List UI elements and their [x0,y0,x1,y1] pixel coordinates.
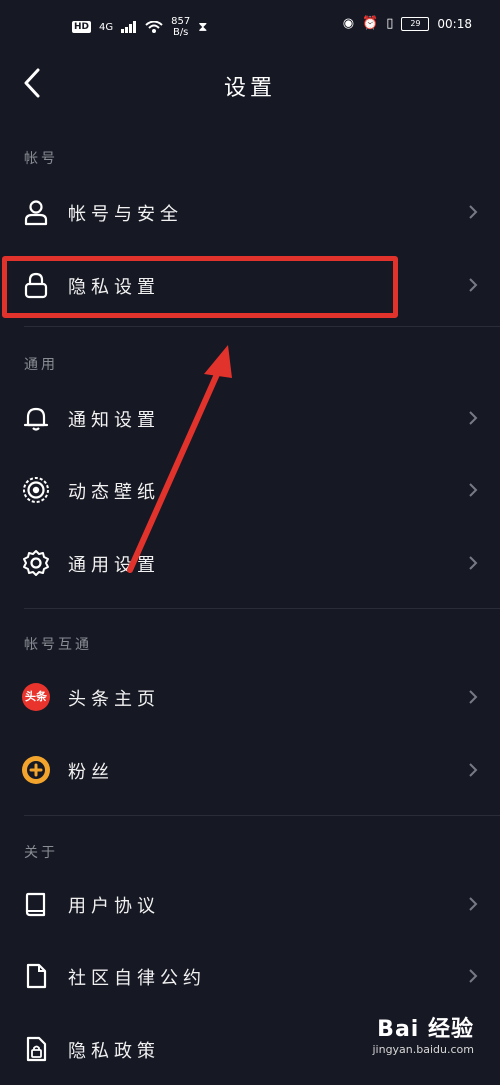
menu-item-notification-settings[interactable]: 通知设置 [0,382,500,454]
chevron-right-icon [469,411,478,425]
wifi-icon [145,21,163,33]
menu-item-label: 粉丝 [68,762,114,783]
document-icon [26,963,47,989]
signal-icon [121,21,137,33]
chevron-right-icon [469,763,478,777]
chevron-right-icon [469,969,478,983]
menu-item-general-settings[interactable]: 通用设置 [0,527,500,599]
hd-badge: HD [72,21,92,33]
page-title: 设置 [223,76,276,101]
user-icon [24,200,48,226]
battery-indicator: 29 [401,16,430,31]
bell-icon [23,407,49,431]
section-label-account-interop: 帐号互通 [24,637,92,653]
chevron-right-icon [469,483,478,497]
menu-item-toutiao-homepage[interactable]: 头条 头条主页 [0,661,500,733]
divider [24,608,500,609]
eye-icon: ◉ [342,16,355,31]
menu-item-fans[interactable]: 粉丝 [0,734,500,806]
alarm-icon: ⏰ [362,16,379,31]
hourglass-icon: ⧗ [198,19,208,35]
menu-item-label: 社区自律公约 [68,968,206,989]
clock: 00:18 [437,16,472,31]
menu-item-live-wallpaper[interactable]: 动态壁纸 [0,454,500,526]
fans-plus-icon [22,756,50,784]
status-bar: HD 4G 857 B/s ⧗ ◉ ⏰ ▯ 29 00:18 [0,0,500,58]
network-speed: 857 B/s [171,16,191,38]
menu-item-label: 隐私政策 [68,1041,160,1062]
privacy-policy-icon [26,1036,47,1062]
menu-item-user-agreement[interactable]: 用户协议 [0,868,500,940]
section-label-about: 关于 [24,845,58,861]
menu-item-label: 通知设置 [68,410,160,431]
vibrate-icon: ▯ [386,16,394,31]
menu-item-label: 通用设置 [68,555,160,576]
book-icon [25,892,46,917]
menu-item-label: 帐号与安全 [68,204,183,225]
highlight-annotation-box [2,256,398,318]
menu-item-label: 动态壁纸 [68,482,160,503]
chevron-right-icon [469,690,478,704]
live-wallpaper-icon [23,477,49,503]
baidu-jingyan-watermark: Bai 经验 jingyan.baidu.com [372,1011,474,1056]
section-label-account: 帐号 [24,151,58,167]
gear-icon [23,550,49,576]
menu-item-label: 用户协议 [68,896,160,917]
menu-item-community-convention[interactable]: 社区自律公约 [0,940,500,1012]
divider [24,815,500,816]
chevron-right-icon [469,205,478,219]
watermark-logo: Bai 经验 [377,1017,474,1042]
menu-item-account-security[interactable]: 帐号与安全 [0,176,500,248]
watermark-url: jingyan.baidu.com [372,1043,474,1056]
chevron-right-icon [469,278,478,292]
section-label-general: 通用 [24,357,58,373]
signal-label: 4G [99,21,114,33]
menu-item-label: 头条主页 [68,689,160,710]
toutiao-logo-icon: 头条 [22,683,50,711]
chevron-right-icon [469,897,478,911]
header: 设置 [0,58,500,110]
chevron-right-icon [469,556,478,570]
divider [24,326,500,327]
